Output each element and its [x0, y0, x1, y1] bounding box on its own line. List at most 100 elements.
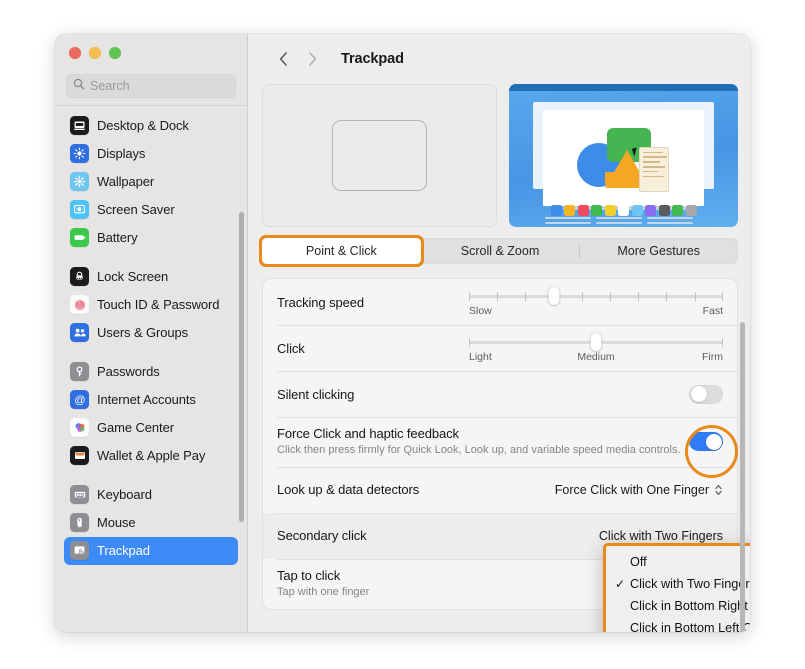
- look-up-popup-button[interactable]: Force Click with One Finger: [555, 483, 723, 497]
- slider-track[interactable]: [469, 286, 723, 305]
- demo-document: [543, 110, 704, 206]
- tab-scroll-and-zoom[interactable]: Scroll & Zoom: [421, 238, 580, 264]
- setting-row-click: Click Light Medium Firm: [263, 325, 737, 371]
- setting-row-look-up-data-detectors: Look up & data detectors Force Click wit…: [263, 466, 737, 513]
- setting-row-silent-clicking: Silent clicking: [263, 371, 737, 417]
- sidebar-item-battery[interactable]: Battery: [64, 224, 238, 252]
- sidebar-item-lock-screen[interactable]: Lock Screen: [64, 263, 238, 291]
- zoom-window-button[interactable]: [109, 47, 121, 59]
- popup-value: Force Click with One Finger: [554, 482, 709, 497]
- dropdown-item-label: Click with Two Fingers: [630, 577, 750, 591]
- dropdown-item-click-in-bottom-left-corner[interactable]: Click in Bottom Left Corner: [606, 617, 750, 632]
- demo-color-swatch: [658, 205, 670, 216]
- dropdown-item-label: Click in Bottom Right Corner: [630, 599, 750, 613]
- setting-label: Look up & data detectors: [277, 482, 420, 498]
- sidebar-item-label: Keyboard: [97, 487, 152, 502]
- tab-label: More Gestures: [617, 244, 701, 258]
- sidebar-item-trackpad[interactable]: Trackpad: [64, 536, 238, 565]
- sidebar-item-displays[interactable]: Displays: [64, 140, 238, 168]
- demo-color-swatch: [564, 205, 575, 216]
- demo-note-card: [639, 147, 669, 192]
- content-scrollbar[interactable]: [739, 322, 745, 632]
- sidebar-item-users-groups[interactable]: Users & Groups: [64, 319, 238, 347]
- sidebar-item-wallet-apple-pay[interactable]: Wallet & Apple Pay: [64, 442, 238, 470]
- sidebar-item-mouse[interactable]: Mouse: [64, 509, 238, 537]
- setting-label: Secondary click: [277, 528, 367, 544]
- click-slider[interactable]: Light Medium Firm: [469, 326, 723, 371]
- sidebar-scrollbar[interactable]: [238, 212, 244, 522]
- sidebar-item-label: Screen Saver: [97, 202, 175, 217]
- setting-label-wrap: Silent clicking: [277, 378, 689, 411]
- trackpad-outline-icon: [332, 120, 427, 191]
- sidebar-item-desktop-dock[interactable]: Desktop & Dock: [64, 112, 238, 140]
- sidebar-item-label: Lock Screen: [97, 269, 169, 284]
- search-container: [55, 68, 247, 98]
- secondary-click-popup-button[interactable]: Click with Two Fingers: [599, 529, 723, 543]
- tab-bar: Point & Click Scroll & Zoom More Gesture…: [262, 238, 738, 264]
- sidebar-item-internet-accounts[interactable]: @ Internet Accounts: [64, 386, 238, 414]
- touch-id-icon: [70, 295, 89, 314]
- search-box[interactable]: [66, 74, 236, 98]
- gesture-demo-video[interactable]: [509, 84, 738, 227]
- setting-label: Tracking speed: [277, 294, 364, 310]
- forward-button[interactable]: [299, 46, 325, 72]
- chevron-left-icon: [279, 52, 287, 66]
- tab-label: Point & Click: [305, 244, 377, 258]
- demo-color-swatch: [591, 205, 602, 216]
- svg-text:@: @: [74, 394, 85, 406]
- users-groups-icon: [70, 323, 89, 342]
- silent-clicking-toggle[interactable]: [689, 384, 723, 404]
- close-window-button[interactable]: [69, 47, 81, 59]
- minimize-window-button[interactable]: [89, 47, 101, 59]
- sidebar-item-label: Wallet & Apple Pay: [97, 448, 206, 463]
- secondary-click-dropdown-menu[interactable]: Off ✓ Click with Two Fingers Click in Bo…: [603, 543, 750, 632]
- sidebar: Desktop & Dock Displays: [55, 34, 248, 632]
- sidebar-item-touch-id-password[interactable]: Touch ID & Password: [64, 291, 238, 319]
- demo-text-column: [596, 217, 642, 227]
- slider-min-label: Light: [469, 350, 492, 363]
- demo-color-swatch: [550, 205, 562, 216]
- screen-saver-icon: [70, 200, 89, 219]
- dropdown-item-click-with-two-fingers[interactable]: ✓ Click with Two Fingers: [606, 573, 750, 595]
- tab-more-gestures[interactable]: More Gestures: [579, 238, 738, 264]
- setting-label-wrap: Tracking speed: [277, 286, 469, 319]
- wallpaper-icon: [70, 172, 89, 191]
- sidebar-item-label: Internet Accounts: [97, 392, 196, 407]
- slider-line: [469, 295, 723, 298]
- sidebar-item-keyboard[interactable]: Keyboard: [64, 481, 238, 509]
- sidebar-item-wallpaper[interactable]: Wallpaper: [64, 168, 238, 196]
- back-button[interactable]: [270, 46, 296, 72]
- dropdown-item-off[interactable]: Off: [606, 551, 750, 573]
- traffic-light-buttons: [55, 34, 247, 68]
- sidebar-item-game-center[interactable]: Game Center: [64, 414, 238, 442]
- tab-point-and-click[interactable]: Point & Click: [262, 238, 421, 264]
- slider-track[interactable]: [469, 332, 723, 351]
- trackpad-illustration-card: [262, 84, 497, 227]
- sidebar-item-passwords[interactable]: Passwords: [64, 358, 238, 386]
- force-click-toggle[interactable]: [689, 432, 723, 452]
- displays-icon: [70, 144, 89, 163]
- demo-text-column: [545, 217, 591, 227]
- dropdown-item-click-in-bottom-right-corner[interactable]: Click in Bottom Right Corner: [606, 595, 750, 617]
- tracking-speed-slider[interactable]: Slow Fast: [469, 280, 723, 325]
- sidebar-item-label: Passwords: [97, 364, 160, 379]
- sidebar-item-label: Battery: [97, 230, 138, 245]
- chevron-up-down-icon: [715, 484, 722, 495]
- setting-label: Click: [277, 340, 305, 356]
- lock-screen-icon: [70, 267, 89, 286]
- sidebar-item-screen-saver[interactable]: Screen Saver: [64, 196, 238, 224]
- setting-label: Force Click and haptic feedback: [277, 426, 459, 441]
- slider-thumb[interactable]: [548, 286, 560, 305]
- demo-color-swatch: [685, 205, 697, 216]
- demo-color-swatches: [509, 205, 738, 216]
- demo-color-swatch: [645, 205, 656, 216]
- slider-thumb[interactable]: [590, 332, 602, 351]
- slider-max-label: Fast: [702, 304, 723, 317]
- demo-text-column: [647, 217, 693, 227]
- sidebar-item-label: Users & Groups: [97, 325, 189, 340]
- game-center-icon: [70, 418, 89, 437]
- demo-color-swatch: [672, 205, 683, 216]
- search-input[interactable]: [90, 79, 229, 93]
- demo-color-swatch: [618, 205, 629, 216]
- tab-bar-wrapper: Point & Click Scroll & Zoom More Gesture…: [259, 235, 738, 268]
